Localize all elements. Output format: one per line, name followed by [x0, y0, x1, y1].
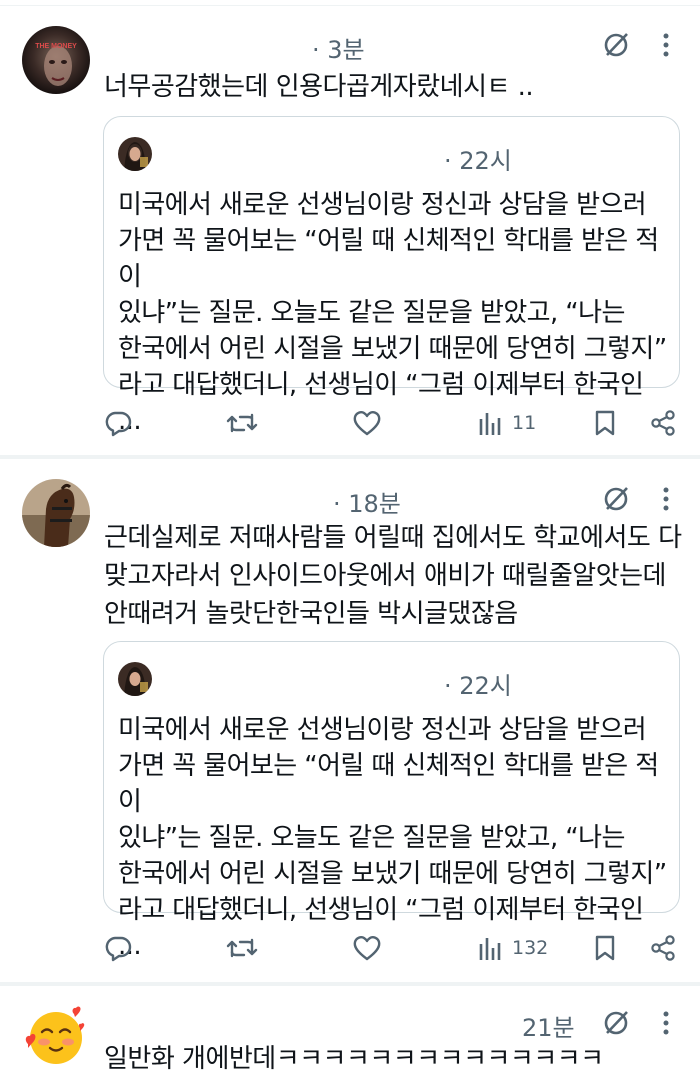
post-3[interactable]: 21분 일반화 개에반데ㅋㅋㅋㅋㅋㅋㅋㅋㅋㅋㅋㅋㅋㅋ — [0, 986, 700, 1089]
more-icon[interactable] — [662, 32, 670, 58]
quote-time: · 22시 — [444, 672, 512, 700]
quote-text: 미국에서 새로운 선생님이랑 정신과 상담을 받으러 가면 꼭 물어보는 “어릴… — [118, 190, 667, 436]
retweet-icon — [226, 938, 258, 958]
quote-time: · 22시 — [444, 147, 512, 175]
views-count: 11 — [512, 412, 537, 434]
quoted-post[interactable]: · 22시 미국에서 새로운 선생님이랑 정신과 상담을 받으러 가면 꼭 물어… — [103, 641, 680, 961]
svg-text:THE MONEY: THE MONEY — [35, 43, 77, 50]
views-icon — [479, 938, 501, 960]
reply-icon — [105, 411, 132, 437]
retweet-icon — [226, 413, 258, 433]
quote-text: 미국에서 새로운 선생님이랑 정신과 상담을 받으러 가면 꼭 물어보는 “어릴… — [118, 715, 667, 961]
more-icon[interactable] — [662, 486, 670, 512]
avatar[interactable] — [22, 479, 90, 547]
post-text: 근데실제로 저때사람들 어릴때 집에서도 학교에서도 다 맞고자라서 인사이드아… — [104, 523, 682, 629]
quote-avatar — [118, 137, 152, 171]
share-button[interactable] — [650, 403, 676, 443]
views-count: 132 — [512, 937, 549, 959]
views-button[interactable]: 11 — [478, 403, 536, 443]
quoted-post[interactable]: · 22시 미국에서 새로운 선생님이랑 정신과 상담을 받으러 가면 꼭 물어… — [103, 116, 680, 436]
bookmark-button[interactable] — [594, 928, 616, 968]
reply-button[interactable] — [104, 403, 132, 443]
reply-icon — [105, 936, 132, 962]
post-time[interactable]: 21분 — [522, 1008, 575, 1043]
mute-icon[interactable] — [601, 484, 631, 514]
retweet-button[interactable] — [226, 403, 258, 443]
share-icon — [651, 935, 675, 961]
share-button[interactable] — [650, 928, 676, 968]
post-2[interactable]: · 18분 근데실제로 저때사람들 어릴때 집에서도 학교에서도 다 맞고자라서… — [0, 459, 700, 982]
like-icon — [353, 936, 381, 961]
bookmark-icon — [595, 410, 615, 436]
retweet-button[interactable] — [226, 928, 258, 968]
post-text: 너무공감했는데 인용다곱게자랐네시ㅌ .. — [104, 72, 534, 102]
mute-icon[interactable] — [601, 30, 631, 60]
views-button[interactable]: 132 — [478, 928, 548, 968]
post-time[interactable]: · 3분 — [312, 30, 365, 65]
avatar[interactable]: THE MONEY — [22, 26, 90, 94]
share-icon — [651, 410, 675, 436]
like-icon — [353, 411, 381, 436]
quote-avatar — [118, 662, 152, 696]
avatar[interactable] — [22, 1004, 90, 1072]
more-icon[interactable] — [662, 1010, 670, 1036]
mute-icon[interactable] — [601, 1008, 631, 1038]
reply-button[interactable] — [104, 928, 132, 968]
bookmark-button[interactable] — [594, 403, 616, 443]
action-bar: 11 — [0, 403, 700, 443]
like-button[interactable] — [352, 928, 382, 968]
action-bar: 132 — [0, 928, 700, 968]
post-time[interactable]: · 18분 — [333, 484, 401, 519]
like-button[interactable] — [352, 403, 382, 443]
post-text: 일반화 개에반데ㅋㅋㅋㅋㅋㅋㅋㅋㅋㅋㅋㅋㅋㅋ — [104, 1044, 604, 1074]
views-icon — [479, 413, 501, 435]
post-1[interactable]: THE MONEY · 3분 너무공감했는데 인용다곱게자랐네시ㅌ .. · 2… — [0, 0, 700, 455]
bookmark-icon — [595, 935, 615, 961]
